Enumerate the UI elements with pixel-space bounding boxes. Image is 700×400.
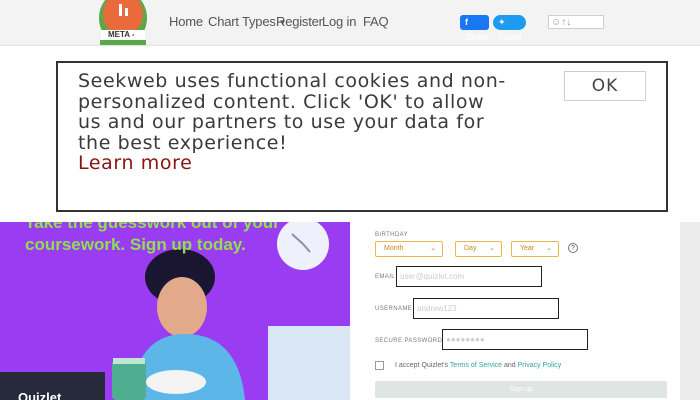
logo-text: META - bbox=[108, 30, 135, 39]
month-select[interactable]: Month ⌄ bbox=[375, 241, 443, 257]
nav-login-link[interactable]: Log in bbox=[322, 14, 356, 29]
terms-and: and bbox=[504, 362, 516, 369]
nav-faq-link[interactable]: FAQ bbox=[363, 14, 389, 29]
nav-register-link[interactable]: Register bbox=[276, 14, 323, 29]
tweet-button[interactable]: ✦ Tweet bbox=[493, 15, 526, 42]
promo-headline: Take the guesswork out of your coursewor… bbox=[25, 222, 280, 254]
cookie-message-text: Seekweb uses functional cookies and non-… bbox=[78, 70, 506, 154]
password-input[interactable]: ●●●●●●●● bbox=[442, 329, 588, 350]
tweet-label: Tweet bbox=[498, 32, 523, 42]
month-select-value: Month bbox=[384, 245, 404, 252]
nav-chart-types-dropdown[interactable]: Chart Types ▼ bbox=[208, 14, 287, 29]
email-input[interactable]: user@quizlet.com bbox=[396, 266, 542, 287]
year-select[interactable]: Year ⌄ bbox=[511, 241, 559, 257]
quizlet-logo: Quizlet bbox=[18, 390, 62, 400]
learn-more-link[interactable]: Learn more bbox=[78, 153, 508, 174]
birthday-label: BIRTHDAY bbox=[375, 232, 408, 238]
terms-text: I accept Quizlet's Terms of Service and … bbox=[395, 362, 561, 369]
privacy-policy-link[interactable]: Privacy Policy bbox=[518, 362, 562, 369]
terms-of-service-link[interactable]: Terms of Service bbox=[450, 362, 502, 369]
facebook-share-button[interactable]: f Share bbox=[460, 15, 489, 42]
username-input[interactable]: andrew123 bbox=[413, 298, 559, 319]
nav-home-link[interactable]: Home bbox=[169, 14, 203, 29]
twitter-bird-icon: ✦ bbox=[498, 17, 506, 27]
cookie-ok-button[interactable]: OK bbox=[564, 71, 646, 101]
year-select-value: Year bbox=[520, 245, 535, 252]
day-select-value: Day bbox=[464, 245, 477, 252]
site-logo[interactable]: META - bbox=[97, 0, 149, 45]
reddit-vote-widget[interactable]: ☺↑↓ bbox=[548, 15, 604, 29]
email-label: EMAIL bbox=[375, 274, 396, 280]
cookie-consent-dialog: Seekweb uses functional cookies and non-… bbox=[56, 61, 668, 212]
quizlet-promo-banner[interactable]: Take the guesswork out of your coursewor… bbox=[0, 222, 350, 400]
facebook-icon: f bbox=[465, 17, 468, 27]
cookie-message: Seekweb uses functional cookies and non-… bbox=[78, 71, 508, 174]
help-icon[interactable]: ? bbox=[568, 243, 578, 253]
day-select[interactable]: Day ⌄ bbox=[455, 241, 502, 257]
form-side-panel bbox=[680, 222, 700, 400]
reddit-icon: ☺ bbox=[551, 17, 562, 28]
terms-prefix: I accept Quizlet's bbox=[395, 362, 449, 369]
chevron-down-icon: ⌄ bbox=[546, 245, 552, 252]
share-label: Share bbox=[465, 32, 490, 42]
chevron-down-icon: ⌄ bbox=[430, 245, 436, 252]
signup-button[interactable]: Sign up bbox=[375, 381, 667, 398]
terms-checkbox[interactable] bbox=[375, 361, 384, 370]
downvote-icon[interactable]: ↓ bbox=[566, 17, 571, 28]
username-label: USERNAME bbox=[375, 306, 413, 312]
password-label: SECURE PASSWORD bbox=[375, 338, 443, 344]
nav-chart-types-label: Chart Types bbox=[208, 14, 276, 29]
chevron-down-icon: ⌄ bbox=[489, 245, 495, 252]
top-navbar: META - Home Chart Types ▼ Register Log in… bbox=[0, 0, 700, 46]
